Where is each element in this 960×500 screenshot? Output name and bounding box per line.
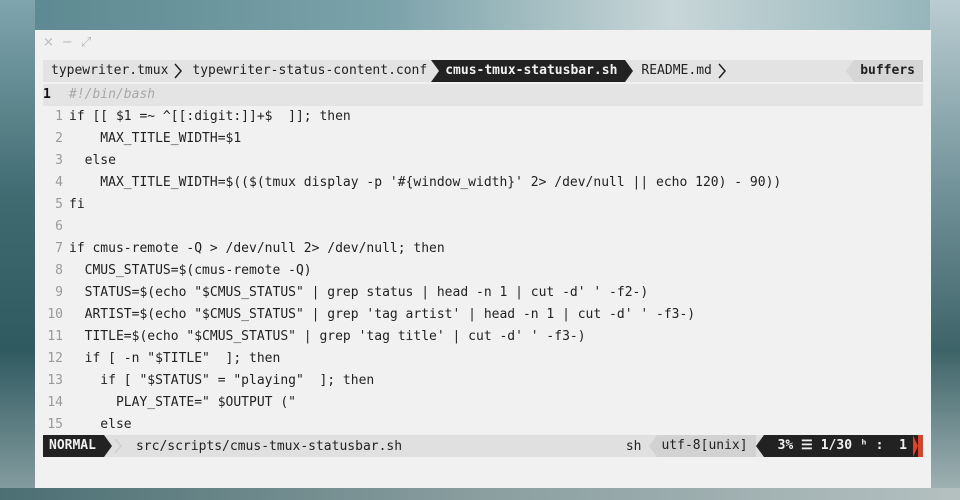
encoding: utf-8[unix] <box>657 435 756 457</box>
code-line[interactable]: 6 <box>43 216 923 238</box>
wallpaper-right <box>930 0 960 500</box>
code-text: PLAY_STATE=" $OUTPUT (" <box>69 395 296 410</box>
code-text: STATUS=$(echo "$CMUS_STATUS" | grep stat… <box>69 285 649 300</box>
code-line[interactable]: 10 ARTIST=$(echo "$CMUS_STATUS" | grep '… <box>43 304 923 326</box>
separator-icon <box>114 438 122 454</box>
column-position: ʰ : 1 <box>860 438 907 453</box>
code-line[interactable]: 14 PLAY_STATE=" $OUTPUT (" <box>43 392 923 414</box>
code-line[interactable]: 12 if [ -n "$TITLE" ]; then <box>43 348 923 370</box>
minimize-icon[interactable]: − <box>62 35 73 51</box>
tab-typewriter-tmux[interactable]: typewriter.tmux <box>43 60 172 82</box>
code-text: if [ "$STATUS" = "playing" ]; then <box>69 373 375 388</box>
mode-indicator: NORMAL <box>43 435 104 457</box>
code-editor[interactable]: 1 #!/bin/bash 1 if [[ $1 =~ ^[[:digit:]]+$… <box>43 84 923 436</box>
scroll-percent: 3% ☰ <box>777 438 813 453</box>
code-text: CMUS_STATUS=$(cmus-remote -Q) <box>69 263 312 278</box>
tab-readme[interactable]: README.md <box>633 60 715 82</box>
code-line[interactable]: 8 CMUS_STATUS=$(cmus-remote -Q) <box>43 260 923 282</box>
editor-window: × − ⤢ typewriter.tmux typewriter-status-… <box>35 30 931 488</box>
code-text: MAX_TITLE_WIDTH=$(($(tmux display -p '#{… <box>69 175 782 190</box>
cursor-position: 3% ☰ 1/30 ʰ : 1 <box>763 435 913 457</box>
tab-cmus-tmux-statusbar[interactable]: cmus-tmux-statusbar.sh <box>439 60 626 82</box>
code-text: else <box>69 417 132 432</box>
code-line[interactable]: 2 MAX_TITLE_WIDTH=$1 <box>43 128 923 150</box>
line-position: 1/30 <box>820 438 853 453</box>
code-text: if [[ $1 =~ ^[[:digit:]]+$ ]]; then <box>69 109 351 124</box>
close-icon[interactable]: × <box>43 35 54 51</box>
code-text: ARTIST=$(echo "$CMUS_STATUS" | grep 'tag… <box>69 307 696 322</box>
code-line[interactable]: 9 STATUS=$(echo "$CMUS_STATUS" | grep st… <box>43 282 923 304</box>
code-line[interactable]: 13 if [ "$STATUS" = "playing" ]; then <box>43 370 923 392</box>
tab-separator-icon <box>174 63 183 79</box>
wallpaper-top <box>0 0 960 30</box>
warning-indicator-icon <box>913 435 923 457</box>
buffers-indicator[interactable]: buffers <box>846 60 923 82</box>
code-line[interactable]: 3 else <box>43 150 923 172</box>
file-path: src/scripts/cmus-tmux-statusbar.sh <box>135 438 403 454</box>
maximize-icon[interactable]: ⤢ <box>81 35 91 51</box>
code-line[interactable]: 7 if cmus-remote -Q > /dev/null 2> /dev/n… <box>43 238 923 260</box>
tab-separator-icon <box>718 63 726 79</box>
code-text: else <box>69 153 116 168</box>
code-text: if [ -n "$TITLE" ]; then <box>69 351 281 366</box>
code-line[interactable]: 1 #!/bin/bash <box>43 84 923 106</box>
window-controls: × − ⤢ <box>43 35 91 51</box>
tabline: typewriter.tmux typewriter-status-conten… <box>43 60 923 82</box>
code-text: fi <box>69 197 85 212</box>
statusline: NORMAL src/scripts/cmus-tmux-statusbar.s… <box>43 435 923 457</box>
encoding-segment: utf-8[unix] <box>649 435 756 457</box>
tab-typewriter-status-content[interactable]: typewriter-status-content.conf <box>184 60 431 82</box>
wallpaper-left <box>0 0 35 500</box>
code-line[interactable]: 15 else <box>43 414 923 436</box>
code-text: TITLE=$(echo "$CMUS_STATUS" | grep 'tag … <box>69 329 586 344</box>
filetype: sh <box>625 438 642 454</box>
tab-active-arrow-left <box>431 60 440 82</box>
code-text: MAX_TITLE_WIDTH=$1 <box>69 131 242 146</box>
buffers-label: buffers <box>854 60 923 82</box>
code-line[interactable]: 1 if [[ $1 =~ ^[[:digit:]]+$ ]]; then <box>43 106 923 128</box>
code-text: #!/bin/bash <box>69 87 156 102</box>
tab-active-arrow-right <box>625 60 634 82</box>
wallpaper-bottom <box>0 488 960 500</box>
code-text: if cmus-remote -Q > /dev/null 2> /dev/nu… <box>69 241 445 256</box>
code-line[interactable]: 5 fi <box>43 194 923 216</box>
code-line[interactable]: 4 MAX_TITLE_WIDTH=$(($(tmux display -p '… <box>43 172 923 194</box>
code-line[interactable]: 11 TITLE=$(echo "$CMUS_STATUS" | grep 't… <box>43 326 923 348</box>
